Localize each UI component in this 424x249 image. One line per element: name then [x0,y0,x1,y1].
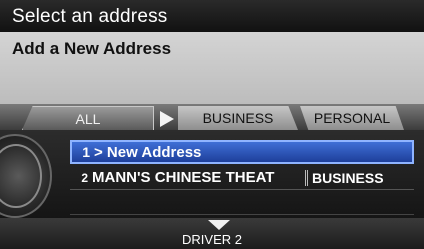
column-divider [305,170,308,186]
page-title: Select an address [12,6,168,27]
list-item-address[interactable]: 2 MANN'S CHINESE THEAT BUSINESS [70,166,414,190]
tab-all-label: ALL [75,110,101,127]
tab-personal[interactable]: PERSONAL [300,106,404,130]
row-number: 1 [82,144,90,160]
list-item-new-address[interactable]: 1 > New Address [70,140,414,164]
tab-row: ALL BUSINESS PERSONAL [0,104,424,130]
bottom-bar: DRIVER 2 [0,218,424,249]
row-number: 2 [81,170,88,185]
title-bar: Select an address [0,0,424,32]
info-panel: Add a New Address [0,32,424,105]
tab-business-label: BUSINESS [202,110,274,126]
nav-screen: Select an address Add a New Address ALL … [0,0,424,249]
tab-pointer-icon [160,111,174,127]
driver-label: DRIVER 2 [182,232,242,247]
tab-business[interactable]: BUSINESS [178,106,298,130]
row-name: > New Address [94,143,202,161]
tab-all[interactable]: ALL [22,106,154,130]
row-category: BUSINESS [312,169,384,186]
row-name: MANN'S CHINESE THEAT [92,169,275,186]
list-item-empty [70,192,414,215]
tab-personal-label: PERSONAL [313,110,391,126]
scroll-down-icon[interactable] [208,220,230,230]
info-text: Add a New Address [12,39,172,58]
address-list: 1 > New Address 2 MANN'S CHINESE THEAT B… [0,130,424,218]
